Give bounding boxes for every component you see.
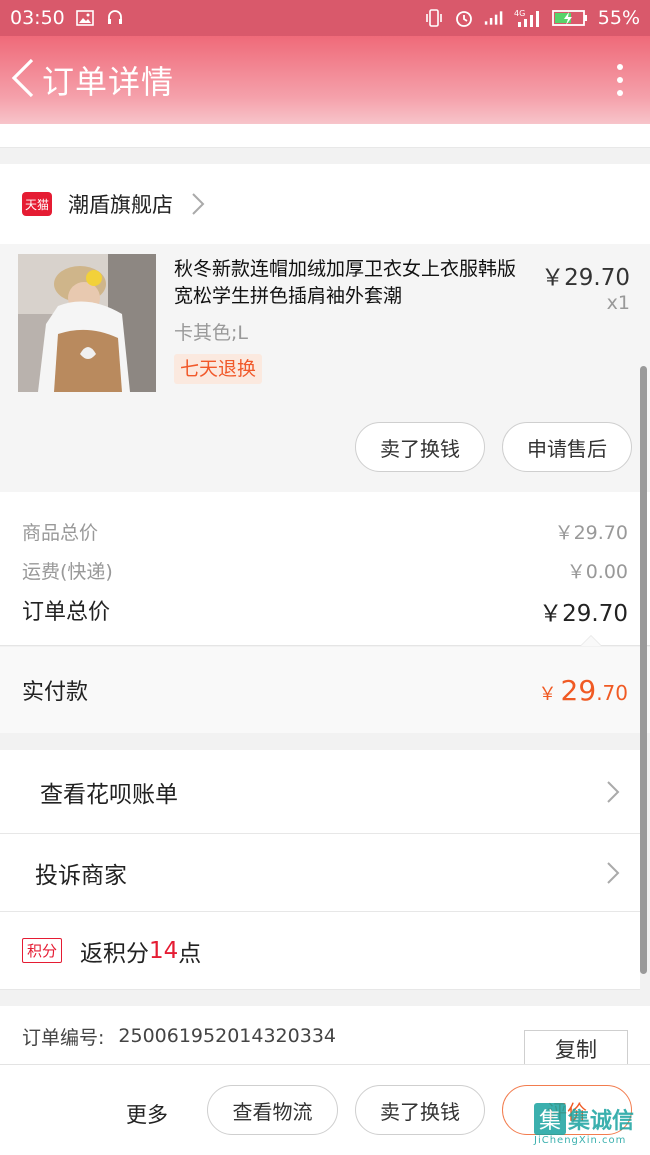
amount-paid-integer: 29: [560, 673, 597, 707]
nav-bar: 订单详情: [0, 36, 650, 124]
complain-merchant-label: 投诉商家: [35, 862, 127, 889]
vibrate-icon: [424, 8, 444, 28]
product-title[interactable]: 秋冬新款连帽加绒加厚卫衣女上衣服韩版宽松学生拼色插肩袖外套潮: [174, 256, 524, 310]
battery-percent: 55%: [597, 7, 640, 29]
after-sales-button[interactable]: 申请售后: [502, 422, 632, 472]
more-button[interactable]: 更多: [126, 1099, 168, 1129]
points-prefix: 返积分: [80, 940, 150, 967]
back-button[interactable]: [0, 36, 36, 124]
product-card[interactable]: 秋冬新款连帽加绒加厚卫衣女上衣服韩版宽松学生拼色插肩袖外套潮 卡其色;L 七天退…: [0, 244, 650, 492]
tmall-badge: 天猫: [22, 192, 52, 216]
signal-icon: [484, 8, 504, 28]
amount-paid-value: ￥ 29 .70: [539, 674, 628, 707]
battery-icon: [551, 8, 588, 28]
sell-for-cash-bottom-button[interactable]: 卖了换钱: [355, 1085, 485, 1135]
product-quantity: x1: [606, 292, 630, 314]
svg-text:4G: 4G: [514, 9, 525, 18]
watermark-main: 集诚信: [568, 1109, 635, 1134]
product-price: ￥29.70: [541, 265, 630, 291]
signal-4g-icon: 4G: [514, 8, 542, 28]
status-time: 03:50: [10, 7, 65, 29]
shop-row[interactable]: 天猫 潮盾旗舰店: [0, 164, 650, 244]
price-summary: 商品总价 ￥29.70 运费(快递) ￥0.00 订单总价 ￥29.70: [0, 492, 650, 646]
goods-total-value: ￥29.70: [554, 522, 628, 544]
back-arrow-icon: [10, 58, 36, 102]
amount-paid-label: 实付款: [22, 680, 89, 705]
product-sku: 卡其色;L: [174, 322, 248, 344]
order-total-value: ￥29.70: [539, 601, 628, 627]
amount-paid-row: 实付款 ￥ 29 .70: [0, 647, 650, 733]
chevron-right-icon: [191, 192, 205, 216]
order-number-value: 250061952014320334: [118, 1025, 336, 1047]
view-logistics-button[interactable]: 查看物流: [207, 1085, 338, 1135]
points-reward-row: 积分 返积分 14 点: [0, 912, 640, 990]
gallery-icon: [75, 8, 95, 28]
points-number: 14: [149, 937, 179, 964]
action-list: 查看花呗账单 投诉商家 积分 返积分 14 点: [0, 750, 640, 990]
more-menu-button[interactable]: [590, 36, 650, 124]
sell-for-cash-button[interactable]: 卖了换钱: [355, 422, 485, 472]
chevron-right-icon: [606, 861, 620, 885]
goods-total-label: 商品总价: [22, 522, 99, 544]
shop-name: 潮盾旗舰店: [68, 193, 173, 217]
order-number-label: 订单编号:: [22, 1026, 105, 1049]
page-title: 订单详情: [42, 63, 175, 101]
complain-merchant-link[interactable]: 投诉商家: [0, 834, 640, 912]
amount-paid-currency: ￥: [538, 683, 557, 705]
product-image[interactable]: [18, 254, 156, 392]
amount-paid-decimal: .70: [596, 680, 628, 705]
shipping-label: 运费(快递): [22, 561, 113, 583]
points-badge: 积分: [22, 938, 63, 963]
goods-total-row: 商品总价 ￥29.70: [22, 518, 628, 545]
headset-icon: [105, 8, 125, 28]
more-dots-icon: [617, 64, 623, 70]
return-policy-tag: 七天退换: [174, 354, 263, 384]
huabei-bill-label: 查看花呗账单: [40, 781, 178, 808]
huabei-bill-link[interactable]: 查看花呗账单: [0, 750, 640, 834]
scrollbar[interactable]: [640, 366, 647, 974]
caret-indicator: [580, 635, 602, 646]
watermark-logo: 集 集诚信 JiChengXin.com: [534, 1103, 648, 1149]
status-bar: 03:50 4G 55%: [0, 0, 650, 36]
chevron-right-icon: [606, 780, 620, 804]
order-total-row: 订单总价 ￥29.70: [22, 594, 628, 628]
points-suffix: 点: [178, 940, 202, 967]
watermark-sub: JiChengXin.com: [534, 1135, 627, 1146]
shipping-row: 运费(快递) ￥0.00: [22, 557, 628, 584]
shipping-value: ￥0.00: [566, 561, 628, 583]
copy-button[interactable]: 复制: [524, 1030, 628, 1068]
order-total-label: 订单总价: [22, 600, 111, 625]
alarm-icon: [454, 8, 474, 28]
top-strip: [0, 124, 650, 148]
watermark-box-icon: 集: [534, 1103, 566, 1135]
